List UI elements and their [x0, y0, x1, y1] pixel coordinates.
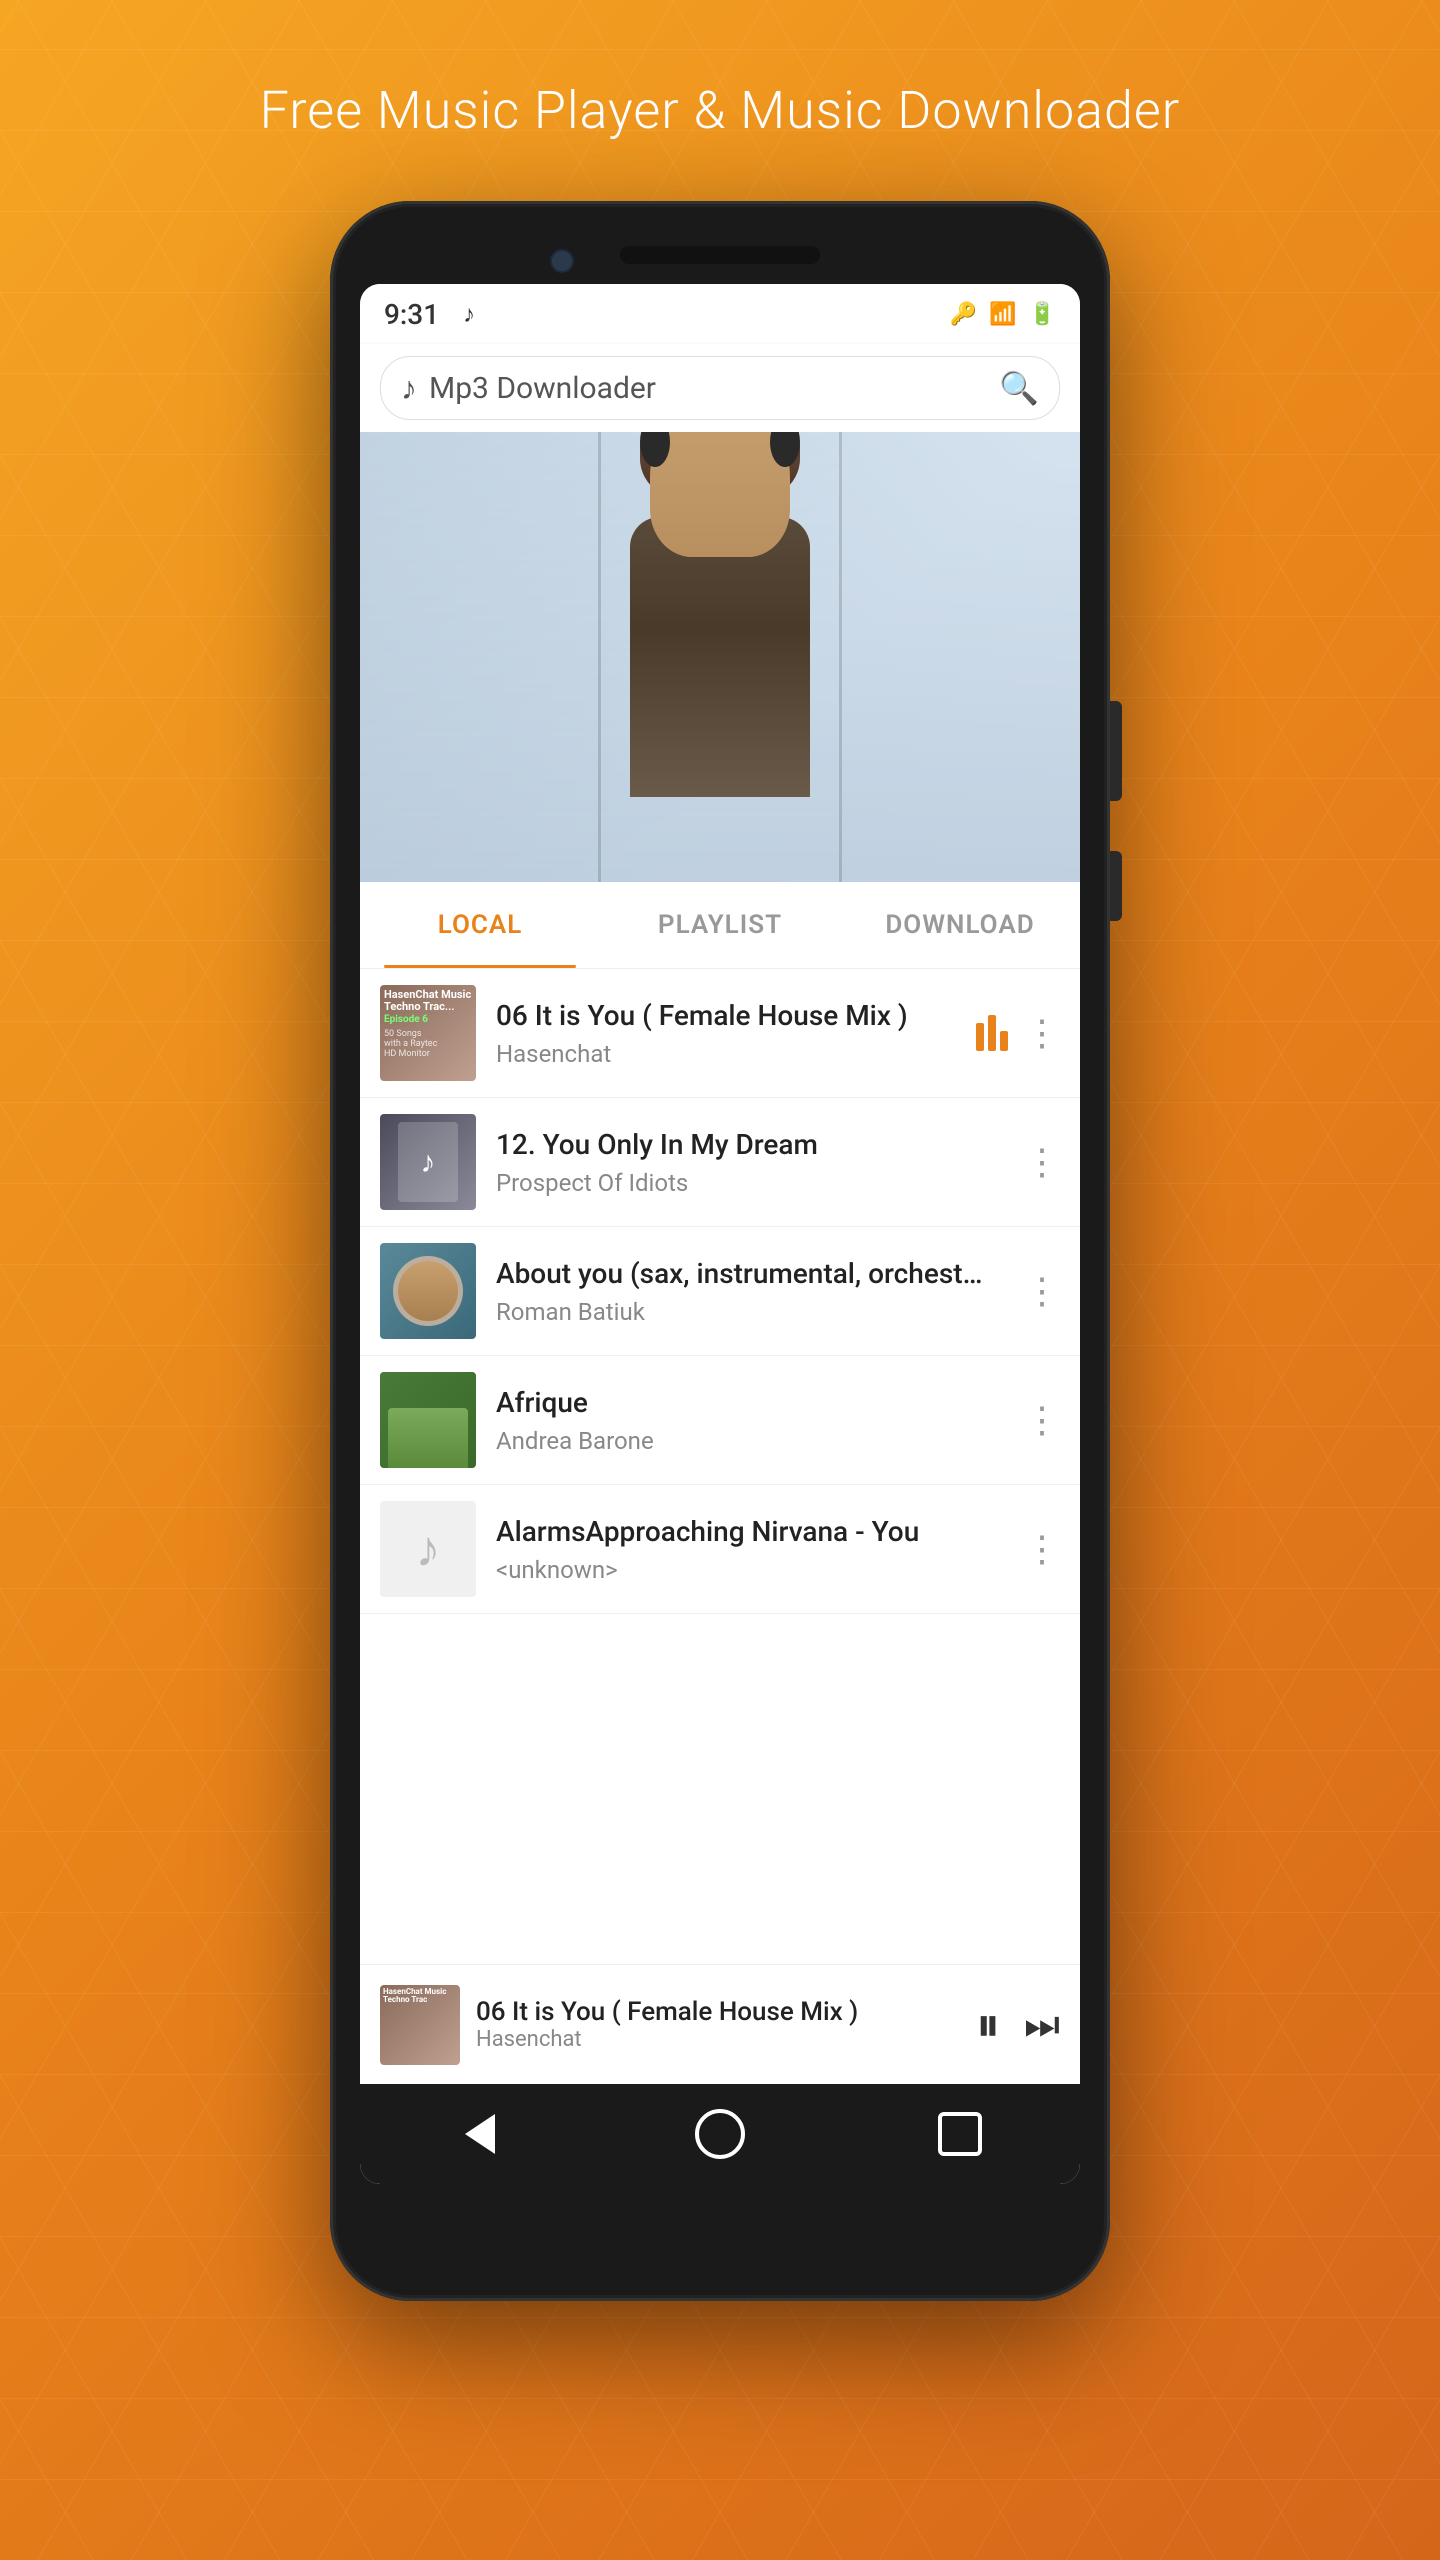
track-art: ♪	[380, 1501, 476, 1597]
track-item[interactable]: About you (sax, instrumental, orchest… R…	[360, 1227, 1080, 1356]
track-item[interactable]: ♪ 12. You Only In My Dream Prospect Of I…	[360, 1098, 1080, 1227]
more-options-icon[interactable]: ⋮	[1024, 1141, 1060, 1183]
now-playing-info: 06 It is You ( Female House Mix ) Hasenc…	[476, 1997, 976, 2052]
track-artist: Prospect Of Idiots	[496, 1169, 1024, 1197]
more-options-icon[interactable]: ⋮	[1024, 1399, 1060, 1441]
window-panel-1	[360, 432, 601, 882]
search-icon[interactable]: 🔍	[999, 369, 1039, 407]
more-options-icon[interactable]: ⋮	[1024, 1528, 1060, 1570]
track-title: Afrique	[496, 1386, 1024, 1419]
figure-body	[630, 517, 810, 797]
recents-button[interactable]	[930, 2104, 990, 2164]
track-art: ♪	[380, 1114, 476, 1210]
bottom-navigation	[360, 2084, 1080, 2184]
bar-1	[976, 1023, 984, 1051]
track-title: About you (sax, instrumental, orchest…	[496, 1257, 1024, 1290]
track-art	[380, 1243, 476, 1339]
track-controls: ⋮	[1024, 1528, 1060, 1570]
status-icons: 🔑 📶 🔋	[950, 302, 1056, 327]
track-item[interactable]: ♪ AlarmsApproaching Nirvana - You <unkno…	[360, 1485, 1080, 1614]
battery-icon: 🔋	[1029, 302, 1056, 327]
app-bar: ♪ Mp3 Downloader 🔍	[360, 344, 1080, 432]
tab-bar: LOCAL PLAYLIST DOWNLOAD	[360, 882, 1080, 969]
bar-2	[988, 1015, 996, 1051]
tab-playlist[interactable]: PLAYLIST	[600, 882, 840, 968]
figure-head	[650, 432, 790, 557]
status-time: 9:31	[384, 298, 439, 331]
search-bar[interactable]: ♪ Mp3 Downloader 🔍	[380, 356, 1060, 420]
music-note-icon: ♪	[463, 300, 475, 329]
next-button[interactable]: ⏭	[1024, 2001, 1060, 2048]
track-controls: ⋮	[976, 1012, 1060, 1054]
track-item[interactable]: Afrique Andrea Barone ⋮	[360, 1356, 1080, 1485]
now-playing-art: HasenChat MusicTechno Trac	[380, 1985, 460, 2065]
track-info: About you (sax, instrumental, orchest… R…	[496, 1257, 1024, 1326]
now-playing-artist: Hasenchat	[476, 2027, 976, 2052]
hero-image	[360, 432, 1080, 882]
track-info: 06 It is You ( Female House Mix ) Hasenc…	[496, 999, 976, 1068]
track-info: Afrique Andrea Barone	[496, 1386, 1024, 1455]
track-artist: Roman Batiuk	[496, 1298, 1024, 1326]
track-artist: Hasenchat	[496, 1040, 976, 1068]
track-title: AlarmsApproaching Nirvana - You	[496, 1515, 1024, 1548]
track-title: 12. You Only In My Dream	[496, 1128, 1024, 1161]
track-art: HasenChat MusicTechno Trac...Episode 6 5…	[380, 985, 476, 1081]
tab-local[interactable]: LOCAL	[360, 882, 600, 968]
page-title: Free Music Player & Music Downloader	[260, 80, 1181, 141]
app-title: Mp3 Downloader	[429, 371, 999, 406]
bar-3	[1000, 1031, 1008, 1051]
track-controls: ⋮	[1024, 1270, 1060, 1312]
tab-download[interactable]: DOWNLOAD	[840, 882, 1080, 968]
status-bar: 9:31 ♪ 🔑 📶 🔋	[360, 284, 1080, 344]
phone-frame: 9:31 ♪ 🔑 📶 🔋 ♪ Mp3 Downloader 🔍	[330, 201, 1110, 2301]
track-item[interactable]: HasenChat MusicTechno Trac...Episode 6 5…	[360, 969, 1080, 1098]
speaker	[620, 246, 820, 264]
track-list: HasenChat MusicTechno Trac...Episode 6 5…	[360, 969, 1080, 1964]
back-icon	[465, 2114, 495, 2154]
track-info: 12. You Only In My Dream Prospect Of Idi…	[496, 1128, 1024, 1197]
home-button[interactable]	[690, 2104, 750, 2164]
track-title: 06 It is You ( Female House Mix )	[496, 999, 976, 1032]
home-icon	[695, 2109, 745, 2159]
equalizer-icon	[976, 1015, 1008, 1051]
hero-figure	[630, 517, 810, 797]
pause-button[interactable]: ⏸	[976, 1996, 1000, 2054]
more-options-icon[interactable]: ⋮	[1024, 1270, 1060, 1312]
key-icon: 🔑	[950, 302, 977, 327]
now-playing-controls: ⏸ ⏭	[976, 1996, 1060, 2054]
track-info: AlarmsApproaching Nirvana - You <unknown…	[496, 1515, 1024, 1584]
recents-icon	[938, 2112, 982, 2156]
track-art	[380, 1372, 476, 1468]
track-controls: ⋮	[1024, 1399, 1060, 1441]
more-options-icon[interactable]: ⋮	[1024, 1012, 1060, 1054]
music-note-icon: ♪	[401, 369, 417, 407]
track-artist: Andrea Barone	[496, 1427, 1024, 1455]
track-controls: ⋮	[1024, 1141, 1060, 1183]
track-artist: <unknown>	[496, 1556, 1024, 1584]
window-panel-3	[842, 432, 1080, 882]
camera	[550, 249, 574, 273]
screen: 9:31 ♪ 🔑 📶 🔋 ♪ Mp3 Downloader 🔍	[360, 284, 1080, 2184]
back-button[interactable]	[450, 2104, 510, 2164]
wifi-icon: 📶	[989, 302, 1016, 327]
now-playing-title: 06 It is You ( Female House Mix )	[476, 1997, 976, 2027]
now-playing-bar: HasenChat MusicTechno Trac 06 It is You …	[360, 1964, 1080, 2084]
